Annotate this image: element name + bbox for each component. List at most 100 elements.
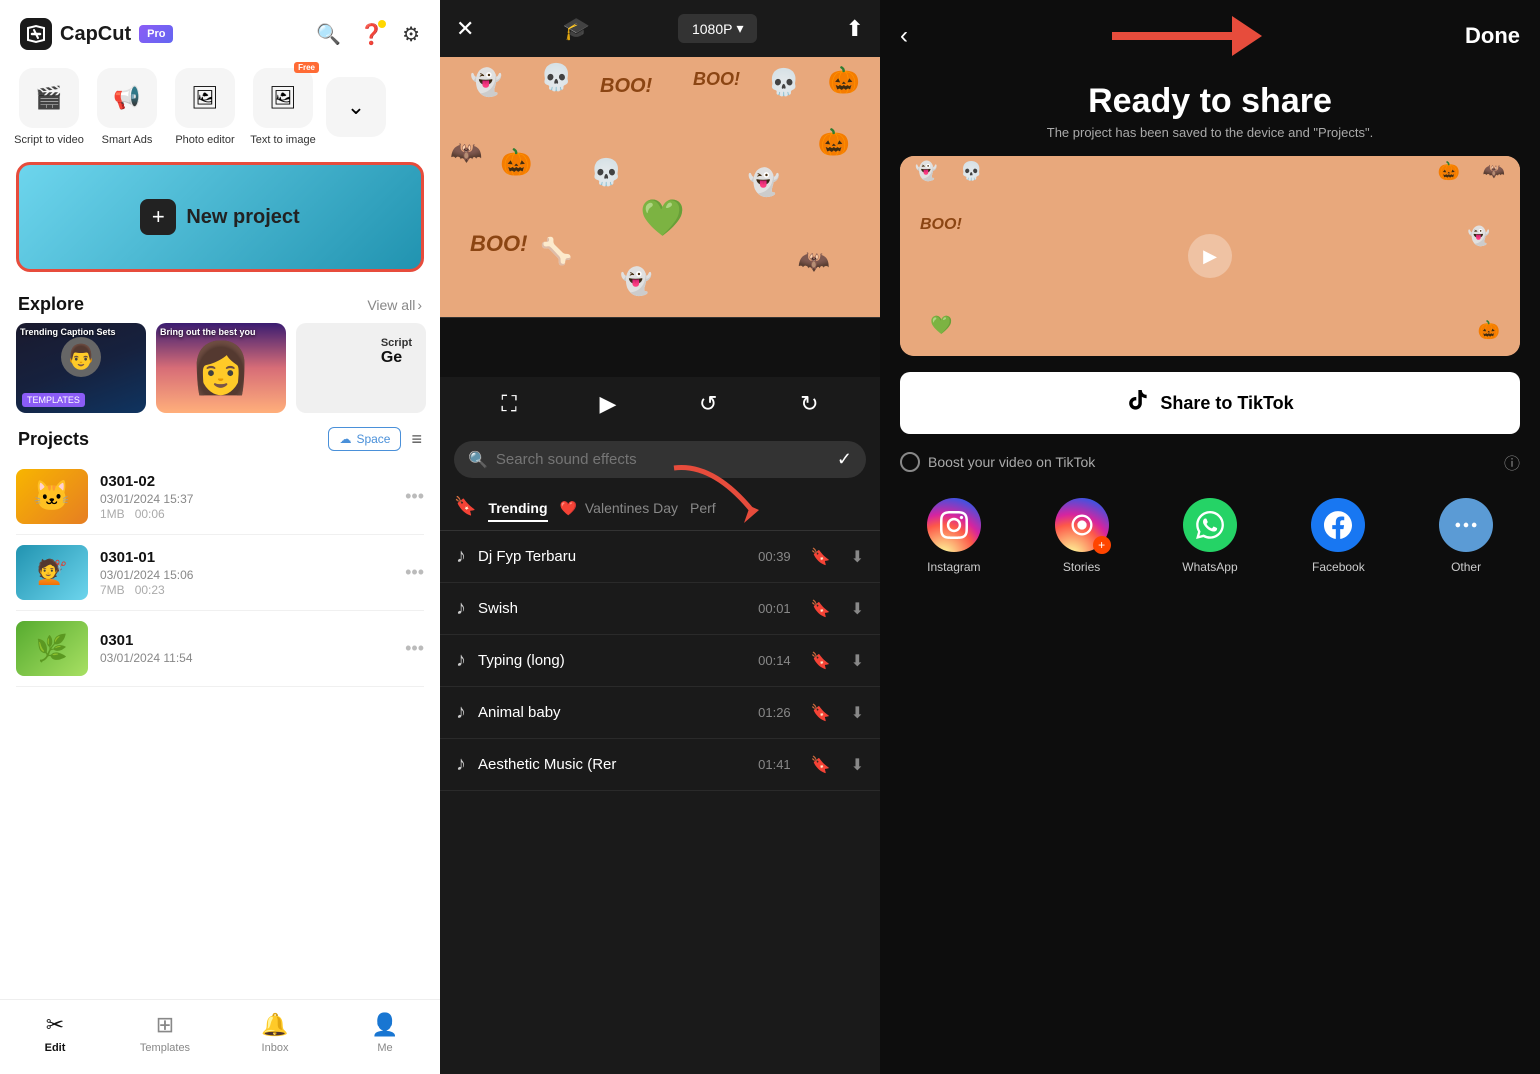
green-skull: 💚 bbox=[640, 197, 685, 239]
settings-icon[interactable]: ⚙ bbox=[402, 22, 420, 47]
pumpkin-emoji-1: 🎃 bbox=[828, 65, 860, 96]
new-project-button[interactable]: + New project bbox=[16, 162, 424, 272]
sound-item-0[interactable]: ♪ Dj Fyp Terbaru 00:39 🔖 ⬇ bbox=[440, 531, 880, 583]
share-platforms: Instagram + Stories WhatsApp bbox=[880, 482, 1540, 590]
preview-thumbnail[interactable]: 👻 💀 🎃 🦇 BOO! 👻 💚 🎃 ▶ bbox=[900, 156, 1520, 356]
editor-close-button[interactable]: ✕ bbox=[456, 16, 474, 42]
quick-actions: 🎬 Script to video 📢 Smart Ads 🖼 Photo ed… bbox=[0, 60, 440, 154]
middle-panel: ✕ 🎓 1080P ▾ ⬆ 👻 💀 💀 🎃 BOO! BOO! 🦇 🎃 🎃 💀 … bbox=[440, 0, 880, 1074]
share-back-button[interactable]: ‹ bbox=[900, 22, 908, 50]
sound-item-1[interactable]: ♪ Swish 00:01 🔖 ⬇ bbox=[440, 583, 880, 635]
ready-subtitle: The project has been saved to the device… bbox=[880, 125, 1540, 156]
sound-name-2: Typing (long) bbox=[478, 652, 746, 669]
sound-item-4[interactable]: ♪ Aesthetic Music (Rer 01:41 🔖 ⬇ bbox=[440, 739, 880, 791]
nav-item-edit[interactable]: ✂ Edit bbox=[0, 1012, 110, 1054]
search-icon[interactable]: 🔍 bbox=[316, 22, 341, 47]
timeline-area bbox=[440, 317, 880, 377]
platform-whatsapp[interactable]: WhatsApp bbox=[1182, 498, 1237, 574]
photo-editor-icon-box: 🖼 bbox=[175, 68, 235, 128]
download-icon-4[interactable]: ⬇ bbox=[851, 755, 864, 775]
boost-info-icon[interactable]: ⓘ bbox=[1504, 450, 1520, 474]
fullscreen-icon[interactable]: ⛶ bbox=[501, 391, 516, 417]
music-note-icon-1: ♪ bbox=[456, 597, 466, 620]
boost-radio[interactable] bbox=[900, 452, 920, 472]
project-info-1: 0301-01 03/01/2024 15:06 7MB 00:23 bbox=[100, 549, 393, 597]
editor-export-icon[interactable]: 🎓 bbox=[563, 16, 590, 42]
project-more-icon-0[interactable]: ••• bbox=[405, 486, 424, 507]
script-to-video-icon-box: 🎬 bbox=[19, 68, 79, 128]
download-icon-3[interactable]: ⬇ bbox=[851, 703, 864, 723]
share-tiktok-button[interactable]: Share to TikTok bbox=[900, 372, 1520, 434]
preview-pumpkin: 🎃 bbox=[1438, 161, 1460, 182]
project-more-icon-2[interactable]: ••• bbox=[405, 638, 424, 659]
explore-card-script[interactable]: ScriptGe bbox=[296, 323, 426, 413]
photo-editor-action[interactable]: 🖼 Photo editor bbox=[170, 68, 240, 146]
bookmark-icon-1[interactable]: 🔖 bbox=[811, 599, 831, 619]
download-icon-1[interactable]: ⬇ bbox=[851, 599, 864, 619]
bookmark-icon-0[interactable]: 🔖 bbox=[811, 547, 831, 567]
project-info-0: 0301-02 03/01/2024 15:37 1MB 00:06 bbox=[100, 473, 393, 521]
nav-item-templates[interactable]: ⊞ Templates bbox=[110, 1012, 220, 1054]
halloween-canvas: 👻 💀 💀 🎃 BOO! BOO! 🦇 🎃 🎃 💀 👻 BOO! 🦴 🦇 👻 💚 bbox=[440, 57, 880, 317]
project-name-0: 0301-02 bbox=[100, 473, 393, 490]
edit-nav-label: Edit bbox=[45, 1042, 66, 1054]
search-icon: 🔍 bbox=[468, 450, 488, 470]
expand-button[interactable]: ⌄ bbox=[326, 77, 386, 137]
sound-duration-2: 00:14 bbox=[758, 653, 791, 668]
resolution-button[interactable]: 1080P ▾ bbox=[678, 14, 758, 43]
pumpkin-emoji-3: 🎃 bbox=[818, 127, 850, 158]
explore-card-bring-out[interactable]: 👩 Bring out the best you bbox=[156, 323, 286, 413]
sound-duration-1: 00:01 bbox=[758, 601, 791, 616]
platform-instagram[interactable]: Instagram bbox=[927, 498, 981, 574]
bookmark-icon-2[interactable]: 🔖 bbox=[811, 651, 831, 671]
new-project-plus-icon: + bbox=[140, 199, 176, 235]
platform-other[interactable]: Other bbox=[1439, 498, 1493, 574]
skull-emoji-1: 💀 bbox=[540, 62, 572, 93]
redo-icon[interactable]: ↻ bbox=[800, 391, 818, 417]
platform-stories[interactable]: + Stories bbox=[1055, 498, 1109, 574]
download-icon-0[interactable]: ⬇ bbox=[851, 547, 864, 567]
trending-card-badge: TEMPLATES bbox=[22, 393, 85, 407]
script-to-video-action[interactable]: 🎬 Script to video bbox=[14, 68, 84, 146]
download-icon-2[interactable]: ⬇ bbox=[851, 651, 864, 671]
platform-facebook[interactable]: Facebook bbox=[1311, 498, 1365, 574]
explore-card-trending[interactable]: 👨 TEMPLATES Trending Caption Sets bbox=[16, 323, 146, 413]
share-editor-icon[interactable]: ⬆ bbox=[846, 16, 864, 42]
project-item-1[interactable]: 💇 0301-01 03/01/2024 15:06 7MB 00:23 ••• bbox=[16, 535, 424, 611]
view-all-button[interactable]: View all › bbox=[367, 297, 422, 313]
editor-toolbar: ⛶ ▶ ↺ ↻ bbox=[440, 377, 880, 431]
sound-name-4: Aesthetic Music (Rer bbox=[478, 756, 746, 773]
explore-cards: 👨 TEMPLATES Trending Caption Sets 👩 Brin… bbox=[0, 323, 440, 413]
play-icon[interactable]: ▶ bbox=[599, 391, 616, 417]
project-duration-1: 00:23 bbox=[135, 583, 165, 597]
bookmark-icon-4[interactable]: 🔖 bbox=[811, 755, 831, 775]
preview-play-button[interactable]: ▶ bbox=[1188, 234, 1232, 278]
project-thumb-2: 🌿 bbox=[16, 621, 88, 676]
project-meta-1: 7MB 00:23 bbox=[100, 583, 393, 597]
bat-emoji-1: 🦇 bbox=[450, 137, 482, 168]
project-size-1: 7MB bbox=[100, 583, 125, 597]
projects-header: Projects ☁ Space ≡ bbox=[0, 413, 440, 459]
project-more-icon-1[interactable]: ••• bbox=[405, 562, 424, 583]
tab-trending[interactable]: Trending bbox=[488, 496, 547, 522]
sound-item-2[interactable]: ♪ Typing (long) 00:14 🔖 ⬇ bbox=[440, 635, 880, 687]
search-confirm-icon[interactable]: ✓ bbox=[837, 449, 852, 470]
nav-item-me[interactable]: 👤 Me bbox=[330, 1012, 440, 1054]
space-button[interactable]: ☁ Space bbox=[328, 427, 401, 451]
smart-ads-action[interactable]: 📢 Smart Ads bbox=[92, 68, 162, 146]
stories-icon: + bbox=[1055, 498, 1109, 552]
sort-icon[interactable]: ≡ bbox=[411, 429, 422, 450]
facebook-icon bbox=[1311, 498, 1365, 552]
project-item-0[interactable]: 🐱 0301-02 03/01/2024 15:37 1MB 00:06 ••• bbox=[16, 459, 424, 535]
sound-item-3[interactable]: ♪ Animal baby 01:26 🔖 ⬇ bbox=[440, 687, 880, 739]
help-icon[interactable]: ❓ bbox=[359, 22, 384, 47]
bookmark-tab-icon: 🔖 bbox=[454, 496, 476, 522]
bookmark-icon-3[interactable]: 🔖 bbox=[811, 703, 831, 723]
undo-icon[interactable]: ↺ bbox=[699, 391, 717, 417]
project-item-2[interactable]: 🌿 0301 03/01/2024 11:54 ••• bbox=[16, 611, 424, 687]
text-to-image-action[interactable]: 🖼 Free Text to image bbox=[248, 68, 318, 146]
new-project-label: New project bbox=[186, 206, 299, 229]
nav-item-inbox[interactable]: 🔔 Inbox bbox=[220, 1012, 330, 1054]
canvas-area: 👻 💀 💀 🎃 BOO! BOO! 🦇 🎃 🎃 💀 👻 BOO! 🦴 🦇 👻 💚 bbox=[440, 57, 880, 317]
done-button[interactable]: Done bbox=[1465, 23, 1520, 49]
